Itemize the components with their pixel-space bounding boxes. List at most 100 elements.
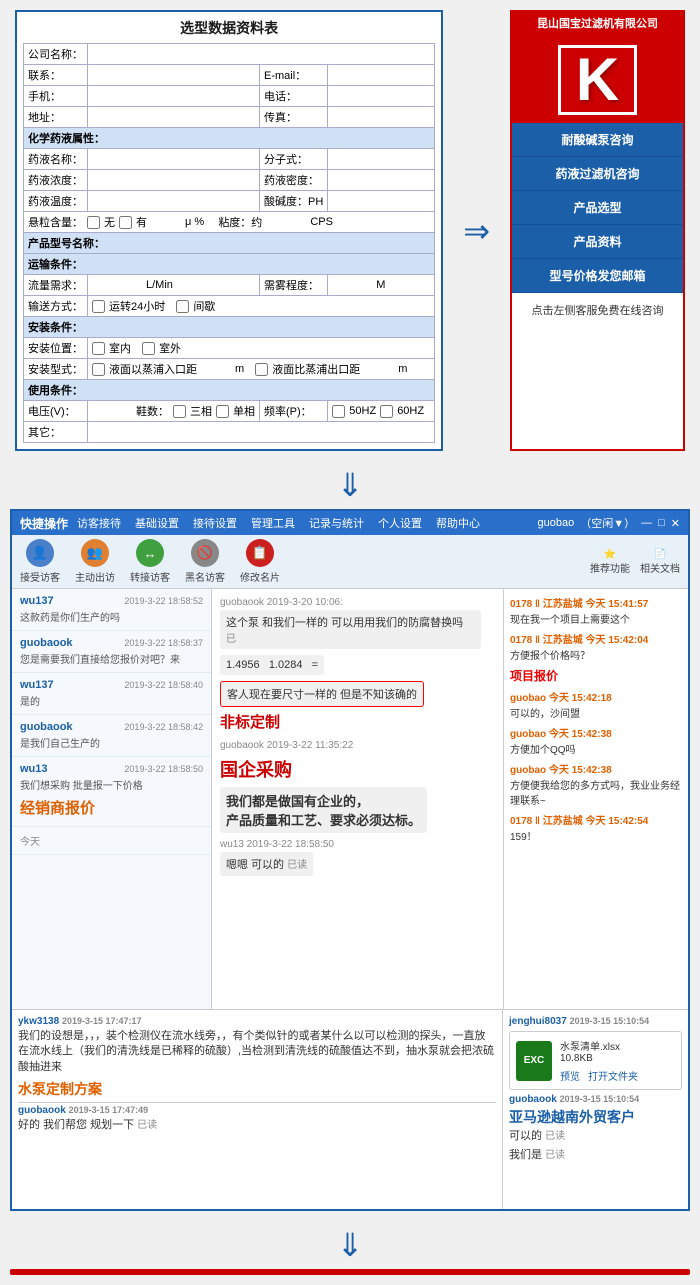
- mobile-label: 手机：: [24, 86, 88, 107]
- topbar-maximize-icon[interactable]: □: [658, 517, 665, 529]
- molecular-input[interactable]: [332, 153, 430, 165]
- flow-label: 流量需求：: [24, 275, 88, 296]
- user-status[interactable]: （空闲▼）: [580, 515, 635, 531]
- company-footer: 点击左侧客服免费在线咨询: [512, 297, 683, 323]
- menu-item-3[interactable]: 产品资料: [512, 225, 683, 259]
- toolbar-docs[interactable]: 📄 相关文档: [640, 549, 680, 575]
- bottom-sender-name: ykw3138: [18, 1016, 59, 1027]
- toolbar-card[interactable]: 📋 修改名片: [240, 539, 280, 584]
- drug-name-label: 药液名称：: [24, 149, 88, 170]
- divider: [18, 1102, 496, 1103]
- viscosity-unit: CPS: [310, 216, 333, 228]
- recommend-icon: ⭐: [604, 549, 616, 560]
- chemical-section: 化学药液属性：: [24, 128, 435, 149]
- distance-label: 需雾程度：: [260, 275, 328, 296]
- address-input[interactable]: [92, 111, 255, 123]
- viscosity-input[interactable]: [266, 216, 306, 228]
- intermittent-checkbox[interactable]: [176, 300, 189, 313]
- company-logo: K: [512, 37, 683, 123]
- company-name: 昆山国宝过滤机有限公司: [512, 12, 683, 37]
- company-panel: 昆山国宝过滤机有限公司 K 耐酸碱泵咨询 药液过滤机咨询 产品选型 产品资料 型…: [510, 10, 685, 451]
- right-msg: guobao 今天 15:42:38 方便便我给您的多方式吗，我业业务经理联系~: [510, 761, 682, 807]
- menu-item-2[interactable]: 产品选型: [512, 191, 683, 225]
- list-item[interactable]: guobaook 2019-3-22 18:58:42 是我们自己生产的: [12, 715, 211, 757]
- nav-visitor[interactable]: 访客接待: [74, 514, 124, 532]
- toolbar-active[interactable]: 👥 主动出访: [75, 539, 115, 584]
- chat-list: wu137 2019-3-22 18:58:52 这款药是你们生产的吗 guob…: [12, 589, 212, 1009]
- other-input[interactable]: [92, 426, 430, 438]
- distance-input[interactable]: [332, 279, 372, 291]
- topbar-minimize-icon[interactable]: —: [641, 517, 652, 529]
- nav-help[interactable]: 帮助中心: [433, 514, 483, 532]
- toolbar-blacklist[interactable]: 🚫 黑名访客: [185, 539, 225, 584]
- ph-input[interactable]: [332, 195, 430, 207]
- voltage-input[interactable]: [92, 405, 132, 417]
- particles-none-checkbox[interactable]: [87, 216, 100, 229]
- concentration-input[interactable]: [92, 174, 255, 186]
- list-item[interactable]: wu13 2019-3-22 18:58:50 我们想采购 批量报一下价格 经销…: [12, 757, 211, 827]
- single-phase-checkbox[interactable]: [216, 405, 229, 418]
- user-name: guobao: [538, 517, 575, 529]
- flow-input[interactable]: [92, 279, 142, 291]
- product-section: 产品型号名称：: [24, 233, 435, 254]
- toolbar-recommend[interactable]: ⭐ 推荐功能: [590, 549, 630, 575]
- file-attachment: EXC 水泵清单.xlsx 10.8KB 预览 打开文件夹: [509, 1031, 682, 1090]
- chat-topbar-right: guobao （空闲▼） — □ ✕: [538, 515, 680, 531]
- company-input[interactable]: [92, 48, 430, 60]
- menu-item-4[interactable]: 型号价格发您邮箱: [512, 259, 683, 293]
- fax-input[interactable]: [332, 111, 430, 123]
- temperature-input[interactable]: [92, 195, 255, 207]
- particles-value-input[interactable]: [151, 216, 181, 228]
- chat-section: 快捷操作 访客接待 基础设置 接待设置 管理工具 记录与统计 个人设置 帮助中心…: [10, 509, 690, 1211]
- nav-reception[interactable]: 接待设置: [190, 514, 240, 532]
- install-section: 安装条件：: [24, 317, 435, 338]
- three-phase-checkbox[interactable]: [173, 405, 186, 418]
- bottom-arrow-down-icon: ⇓: [337, 1226, 364, 1264]
- list-item[interactable]: guobaook 2019-3-22 18:58:37 您是需要我们直接给您报价…: [12, 631, 211, 673]
- indoor-checkbox[interactable]: [92, 342, 105, 355]
- top-section: 选型数据资料表 公司名称： 联系： E-mail： 手机： 电话： 地址：: [0, 0, 700, 461]
- nav-record[interactable]: 记录与统计: [306, 514, 367, 532]
- shuibeng-annotation: 水泵定制方案: [18, 1081, 102, 1097]
- continuous-checkbox[interactable]: [92, 300, 105, 313]
- drug-name-input[interactable]: [92, 153, 255, 165]
- nav-personal[interactable]: 个人设置: [375, 514, 425, 532]
- person-input[interactable]: [92, 69, 255, 81]
- nav-basic[interactable]: 基础设置: [132, 514, 182, 532]
- outdoor-checkbox[interactable]: [142, 342, 155, 355]
- nav-manage[interactable]: 管理工具: [248, 514, 298, 532]
- density-label: 药液密度：: [260, 170, 328, 191]
- list-item[interactable]: wu137 2019-3-22 18:58:52 这款药是你们生产的吗: [12, 589, 211, 631]
- email-input[interactable]: [332, 69, 430, 81]
- toolbar-receive[interactable]: 👤 接受访客: [20, 539, 60, 584]
- person-label: 联系：: [24, 65, 88, 86]
- chat-bottom-right: jenghui8037 2019-3-15 15:10:54 EXC 水泵清单.…: [503, 1010, 688, 1209]
- list-item[interactable]: wu137 2019-3-22 18:58:40 是的: [12, 673, 211, 715]
- toolbar-transfer[interactable]: ↔ 转接访客: [130, 539, 170, 584]
- menu-item-1[interactable]: 药液过滤机咨询: [512, 157, 683, 191]
- fax-label: 传真：: [260, 107, 328, 128]
- particles-yes-checkbox[interactable]: [119, 216, 132, 229]
- xiangmu-annotation: 项目报价: [510, 669, 558, 683]
- phone-input[interactable]: [332, 90, 430, 102]
- menu-item-0[interactable]: 耐酸碱泵咨询: [512, 123, 683, 157]
- outlet-checkbox[interactable]: [255, 363, 268, 376]
- 50hz-checkbox[interactable]: [332, 405, 345, 418]
- preview-button[interactable]: 预览: [560, 1068, 580, 1083]
- suction-checkbox[interactable]: [92, 363, 105, 376]
- form-title: 选型数据资料表: [23, 18, 435, 38]
- location-label: 安装位置：: [24, 338, 88, 359]
- right-msg: 0178 ‖ 江苏盐城 今天 15:41:57 现在我一个项目上需要这个: [510, 595, 682, 626]
- 60hz-checkbox[interactable]: [380, 405, 393, 418]
- temperature-label: 药液温度：: [24, 191, 88, 212]
- open-folder-button[interactable]: 打开文件夹: [588, 1068, 638, 1083]
- ph-label: 酸碱度：PH: [260, 191, 328, 212]
- outlet-dist-input[interactable]: [364, 363, 394, 375]
- density-input[interactable]: [332, 174, 430, 186]
- chat-secondbar: 👤 接受访客 👥 主动出访 ↔ 转接访客 🚫 黑名访客 📋 修改名片 ⭐ 推荐功…: [12, 535, 688, 589]
- topbar-close-icon[interactable]: ✕: [671, 517, 680, 530]
- viscosity-label: 粘度：约: [218, 214, 262, 230]
- install-type-label: 安装型式：: [24, 359, 88, 380]
- suction-dist-input[interactable]: [201, 363, 231, 375]
- mobile-input[interactable]: [92, 90, 255, 102]
